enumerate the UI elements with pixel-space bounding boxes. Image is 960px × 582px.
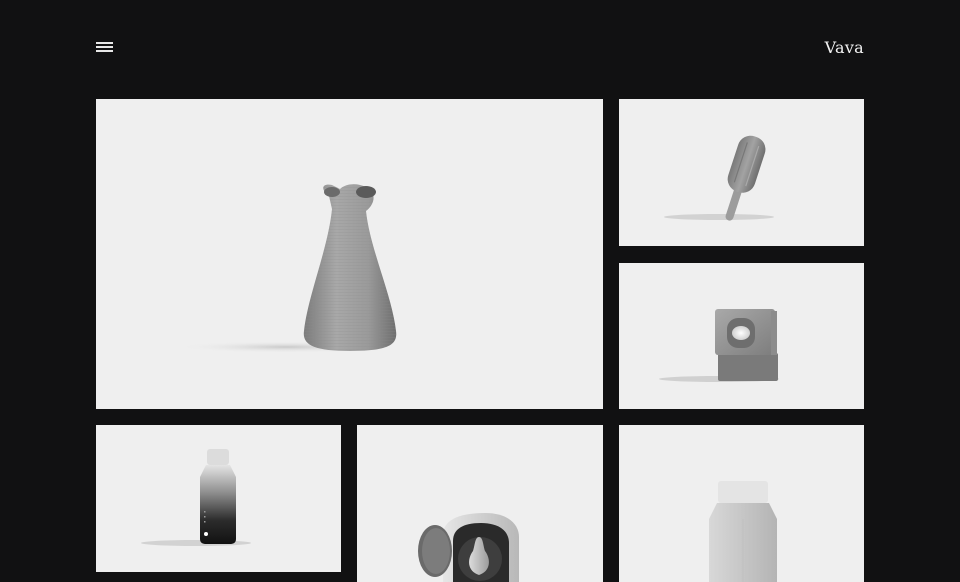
pear-frame-render: [418, 513, 519, 582]
brand-logo-link[interactable]: Vava: [825, 38, 864, 57]
popsicle-render: [664, 135, 774, 221]
milk-bottle-render: [709, 481, 777, 582]
hamburger-menu-icon[interactable]: [96, 42, 114, 54]
bottle-render: [141, 449, 251, 546]
menu-line: [96, 50, 113, 52]
menu-line: [96, 46, 113, 48]
gallery-item-milk-bottle[interactable]: [619, 425, 864, 582]
gallery-item-pear-frame[interactable]: [357, 425, 603, 582]
vase-render: [176, 184, 397, 353]
gallery-item-gradient-bottle[interactable]: [96, 425, 341, 572]
menu-line: [96, 42, 113, 44]
gallery-item-popsicle[interactable]: [619, 99, 864, 246]
cube-lamp-render: [659, 309, 779, 382]
gallery-item-cube-lamp[interactable]: [619, 263, 864, 409]
gallery-item-vase[interactable]: [96, 99, 603, 409]
